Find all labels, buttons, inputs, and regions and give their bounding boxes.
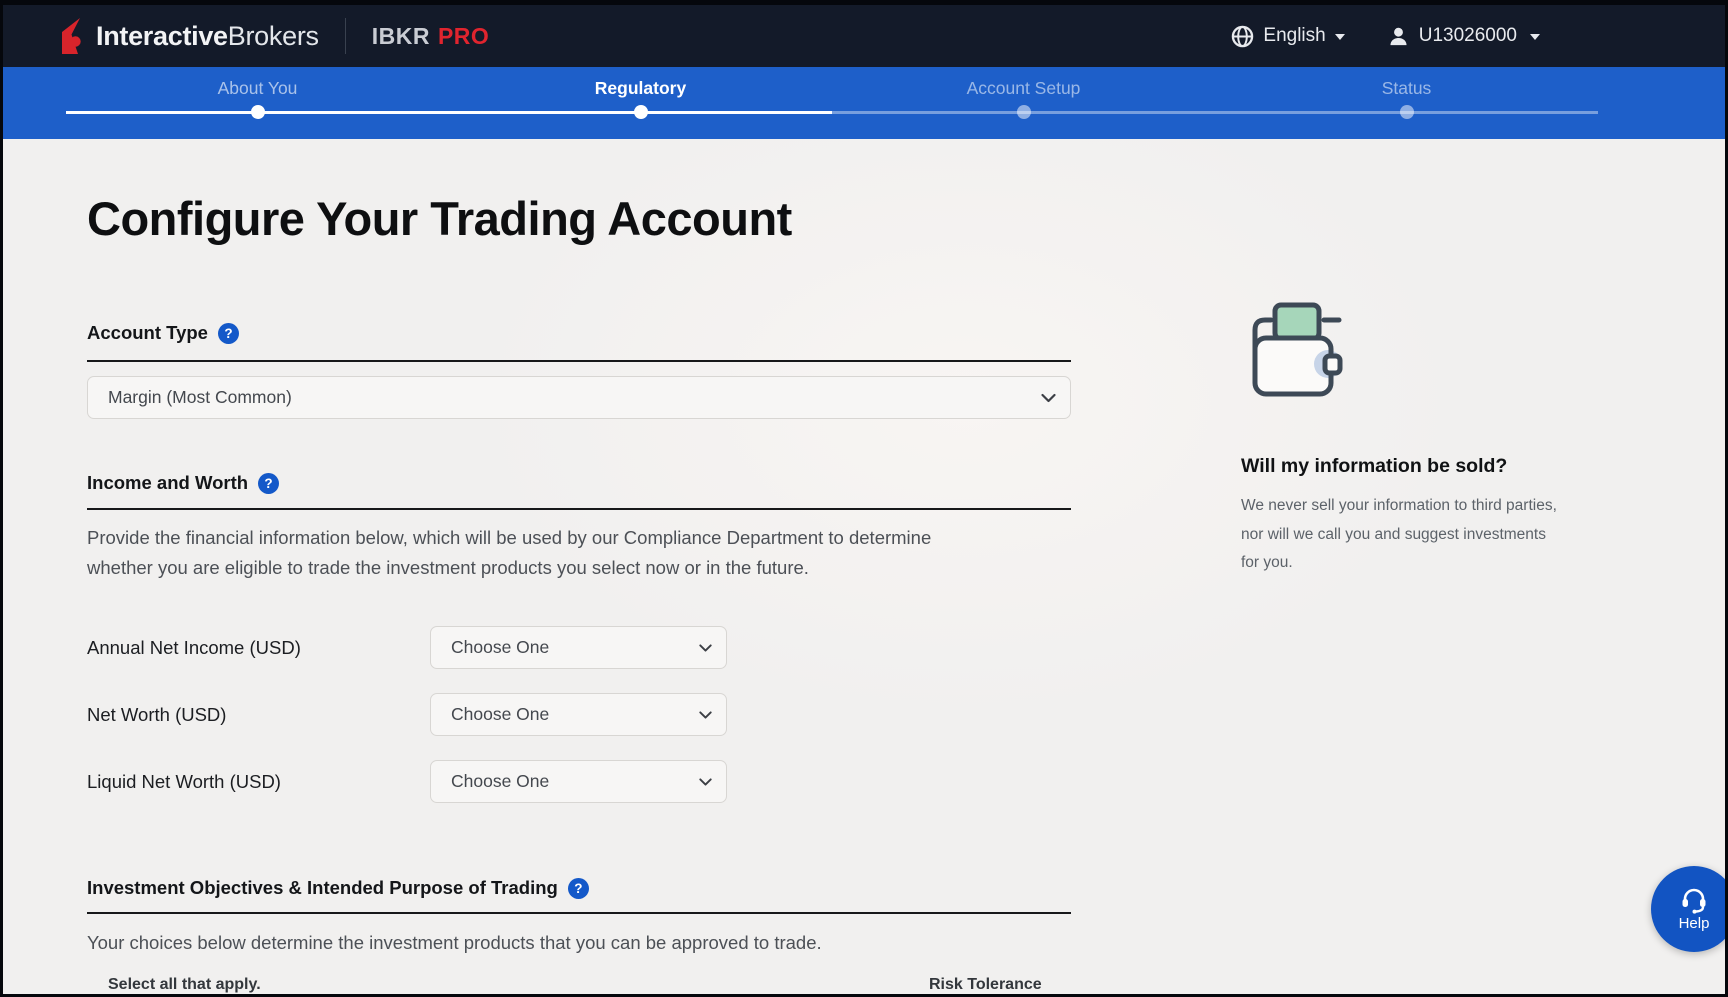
step-label: Account Setup [967,78,1081,99]
chevron-down-icon [699,644,712,652]
account-type-value: Margin (Most Common) [108,387,292,408]
step-label: Regulatory [595,78,686,99]
help-icon[interactable]: ? [258,473,279,494]
brand-name-interactive: Interactive [96,21,228,51]
help-label: Help [1679,915,1710,932]
annual-net-income-select[interactable]: Choose One [430,626,727,669]
risk-tolerance-column-header: Risk Tolerance [929,976,1042,994]
liquid-net-worth-value: Choose One [451,771,549,792]
step-dot [634,105,648,119]
annual-net-income-value: Choose One [451,637,549,658]
chevron-down-icon [1041,393,1056,402]
net-worth-label: Net Worth (USD) [87,704,430,726]
step-status[interactable]: Status [1215,67,1598,139]
objectives-label: Investment Objectives & Intended Purpose… [87,877,558,899]
section-divider [87,360,1071,362]
help-button[interactable]: Help [1651,866,1728,952]
app-window: InteractiveBrokers IBKR PRO English U1302… [0,0,1728,997]
section-divider [87,508,1071,510]
annual-net-income-row: Annual Net Income (USD) Choose One [87,626,727,669]
account-type-section-header: Account Type ? [87,322,239,344]
top-header: InteractiveBrokers IBKR PRO English U1302… [3,5,1725,67]
aside-body: We never sell your information to third … [1241,492,1559,578]
income-worth-description: Provide the financial information below,… [87,523,992,583]
progress-nav: About You Regulatory Account Setup Statu… [3,67,1725,139]
user-id-label: U13026000 [1419,25,1517,47]
company-logo[interactable]: InteractiveBrokers [59,18,319,54]
brand-name: InteractiveBrokers [96,21,319,52]
progress-steps: About You Regulatory Account Setup Statu… [66,67,1598,139]
chevron-down-icon [1530,34,1540,40]
liquid-net-worth-select[interactable]: Choose One [430,760,727,803]
select-all-column-header: Select all that apply. [108,976,261,994]
account-type-label: Account Type [87,322,208,344]
step-dot [1400,105,1414,119]
plan-pro: PRO [438,23,489,49]
ibkr-logo-icon [59,18,86,54]
income-worth-section-header: Income and Worth ? [87,472,279,494]
objectives-section-header: Investment Objectives & Intended Purpose… [87,877,589,899]
aside-heading: Will my information be sold? [1241,455,1581,478]
objectives-description: Your choices below determine the investm… [87,928,1047,958]
liquid-net-worth-row: Liquid Net Worth (USD) Choose One [87,760,727,803]
brand-name-brokers: Brokers [228,21,319,51]
help-icon[interactable]: ? [568,878,589,899]
language-selector[interactable]: English [1231,25,1344,48]
section-divider [87,912,1071,914]
info-aside: Will my information be sold? We never se… [1241,300,1581,578]
chevron-down-icon [1335,34,1345,40]
page-title: Configure Your Trading Account [87,191,792,246]
step-about-you[interactable]: About You [66,67,449,139]
annual-net-income-label: Annual Net Income (USD) [87,637,430,659]
step-account-setup[interactable]: Account Setup [832,67,1215,139]
wallet-icon [1241,300,1345,404]
globe-icon [1231,25,1254,48]
step-regulatory[interactable]: Regulatory [449,67,832,139]
plan-badge: IBKR PRO [372,23,490,50]
step-label: Status [1382,78,1432,99]
liquid-net-worth-label: Liquid Net Worth (USD) [87,771,430,793]
chevron-down-icon [699,778,712,786]
account-type-select[interactable]: Margin (Most Common) [87,376,1071,419]
step-label: About You [218,78,298,99]
user-icon [1387,25,1410,48]
net-worth-select[interactable]: Choose One [430,693,727,736]
step-dot [1017,105,1031,119]
plan-ibkr: IBKR [372,23,430,49]
help-icon[interactable]: ? [218,323,239,344]
net-worth-row: Net Worth (USD) Choose One [87,693,727,736]
chevron-down-icon [699,711,712,719]
headset-icon [1678,886,1710,914]
income-worth-label: Income and Worth [87,472,248,494]
language-label: English [1263,25,1325,47]
net-worth-value: Choose One [451,704,549,725]
header-divider [345,18,346,54]
step-dot [251,105,265,119]
user-menu[interactable]: U13026000 [1387,25,1540,48]
